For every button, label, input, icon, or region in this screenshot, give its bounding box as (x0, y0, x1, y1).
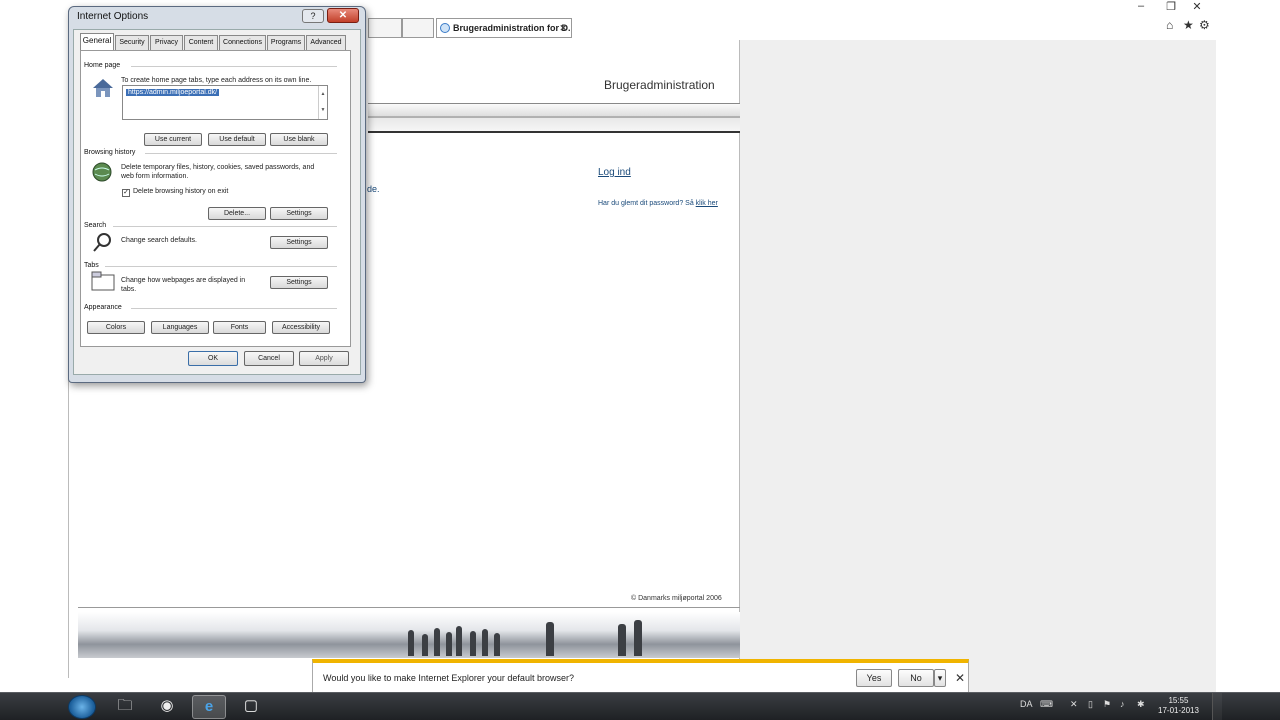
copyright: © Danmarks miljøportal 2006 (631, 595, 722, 602)
section-divider (113, 226, 337, 227)
internet-options-dialog: Internet Options ? ✕ General Security Pr… (68, 6, 366, 383)
forgot-password-text: Har du glemt dit password? Så klik her (598, 200, 718, 207)
gear-icon[interactable]: ⚙ (1199, 18, 1210, 32)
header-band (368, 103, 740, 133)
clock[interactable]: 15:55 17-01-2013 (1158, 696, 1199, 716)
folder-icon[interactable]: 🗀 (108, 695, 142, 719)
no-button[interactable]: No (898, 669, 934, 687)
tabs-settings-button[interactable]: Settings (270, 276, 328, 289)
infobar-message: Would you like to make Internet Explorer… (323, 673, 574, 683)
home-page-url-field[interactable]: https://admin.miljoeportal.dk/ ▲ ▼ (122, 85, 328, 120)
section-divider (145, 153, 337, 154)
bluetooth-icon[interactable]: ✱ (1137, 699, 1145, 710)
tab-close-icon[interactable]: ✕ (559, 19, 567, 37)
history-globe-icon (92, 162, 112, 182)
page-right-margin (1216, 40, 1280, 692)
page-background (740, 40, 1216, 692)
language-indicator[interactable]: DA (1020, 699, 1033, 709)
volume-icon[interactable]: ♪ (1120, 699, 1125, 709)
delete-on-exit-label: Delete browsing history on exit (133, 188, 229, 195)
languages-button[interactable]: Languages (151, 321, 209, 334)
tab-content[interactable]: Content (184, 35, 218, 50)
fonts-button[interactable]: Fonts (213, 321, 266, 334)
home-page-description: To create home page tabs, type each addr… (121, 77, 312, 84)
browser-tab-active[interactable]: Brugeradministration for D... ✕ (436, 18, 572, 38)
restore-button[interactable]: ❐ (1160, 0, 1182, 13)
network-icon[interactable]: ✕ (1070, 699, 1078, 710)
keyboard-icon[interactable]: ⌨ (1040, 699, 1053, 710)
house-icon (93, 79, 113, 97)
browser-tab-1[interactable] (368, 18, 402, 38)
start-button[interactable] (68, 695, 96, 719)
magnifier-icon (93, 233, 111, 252)
apply-button[interactable]: Apply (299, 351, 349, 366)
section-divider (131, 66, 337, 67)
tabs-description: Change how webpages are displayed in tab… (121, 277, 246, 293)
window-close-button[interactable]: ✕ (1186, 0, 1208, 13)
tab-general[interactable]: General (80, 33, 114, 51)
default-browser-infobar: Would you like to make Internet Explorer… (312, 659, 969, 692)
colors-button[interactable]: Colors (87, 321, 145, 334)
show-desktop-button[interactable] (1212, 693, 1222, 720)
forgot-password-link[interactable]: klik her (696, 200, 718, 207)
home-page-heading: Home page (84, 62, 121, 69)
use-blank-button[interactable]: Use blank (270, 133, 328, 146)
flag-icon[interactable]: ⚑ (1103, 699, 1111, 710)
chrome-icon[interactable]: ◉ (150, 695, 184, 719)
footer-photo (78, 612, 740, 658)
tab-privacy[interactable]: Privacy (150, 35, 183, 50)
help-button[interactable]: ? (302, 9, 324, 23)
tab-advanced[interactable]: Advanced (306, 35, 346, 50)
browsing-history-description: Delete temporary files, history, cookies… (121, 164, 315, 180)
yes-button[interactable]: Yes (856, 669, 892, 687)
ok-button[interactable]: OK (188, 351, 238, 366)
no-dropdown-icon[interactable]: ▾ (934, 669, 946, 687)
login-link[interactable]: Log ind (598, 167, 631, 178)
page-left-margin (0, 40, 68, 692)
window-icon[interactable]: ▢ (234, 695, 268, 719)
tab-security[interactable]: Security (115, 35, 149, 50)
home-page-url: https://admin.miljoeportal.dk/ (126, 89, 220, 96)
accessibility-button[interactable]: Accessibility (272, 321, 330, 334)
battery-icon[interactable]: ▯ (1088, 699, 1093, 710)
clock-date: 17-01-2013 (1158, 706, 1199, 715)
browsing-history-heading: Browsing history (84, 149, 136, 156)
dialog-body: General Security Privacy Content Connect… (73, 29, 361, 375)
use-current-button[interactable]: Use current (144, 133, 202, 146)
section-divider (105, 266, 337, 267)
cancel-button[interactable]: Cancel (244, 351, 294, 366)
partial-text: de. (367, 184, 380, 194)
tab-title: Brugeradministration for D... (453, 23, 572, 33)
general-tab-page: Home page To create home page tabs, type… (80, 50, 351, 347)
search-heading: Search (84, 222, 107, 229)
ie-page-icon (440, 23, 450, 33)
tab-connections[interactable]: Connections (219, 35, 266, 50)
use-default-button[interactable]: Use default (208, 133, 266, 146)
home-page-scrollbar[interactable]: ▲ ▼ (318, 86, 327, 119)
internet-explorer-icon[interactable]: e (192, 695, 226, 719)
delete-button[interactable]: Delete... (208, 207, 266, 220)
footer-divider (78, 607, 740, 608)
clock-time: 15:55 (1168, 696, 1189, 705)
dialog-close-button[interactable]: ✕ (327, 8, 359, 23)
home-icon[interactable]: ⌂ (1166, 18, 1173, 32)
tab-programs[interactable]: Programs (267, 35, 305, 50)
appearance-heading: Appearance (84, 304, 122, 311)
search-settings-button[interactable]: Settings (270, 236, 328, 249)
star-icon[interactable]: ★ (1183, 18, 1194, 32)
page-title: Brugeradministration (604, 78, 715, 92)
taskbar: 🗀 ◉ e ▢ DA ⌨ ✕ ▯ ⚑ ♪ ✱ 15:55 17-01-2013 (0, 692, 1280, 720)
infobar-close-icon[interactable]: ✕ (955, 671, 965, 685)
dialog-title: Internet Options (77, 11, 149, 22)
section-divider (131, 308, 337, 309)
browser-tab-2[interactable] (402, 18, 434, 38)
tabs-heading: Tabs (84, 262, 99, 269)
minimize-button[interactable]: – (1130, 0, 1152, 12)
tabs-icon (91, 271, 115, 291)
delete-on-exit-checkbox[interactable]: ✓ (122, 189, 130, 197)
search-description: Change search defaults. (121, 237, 197, 244)
history-settings-button[interactable]: Settings (270, 207, 328, 220)
